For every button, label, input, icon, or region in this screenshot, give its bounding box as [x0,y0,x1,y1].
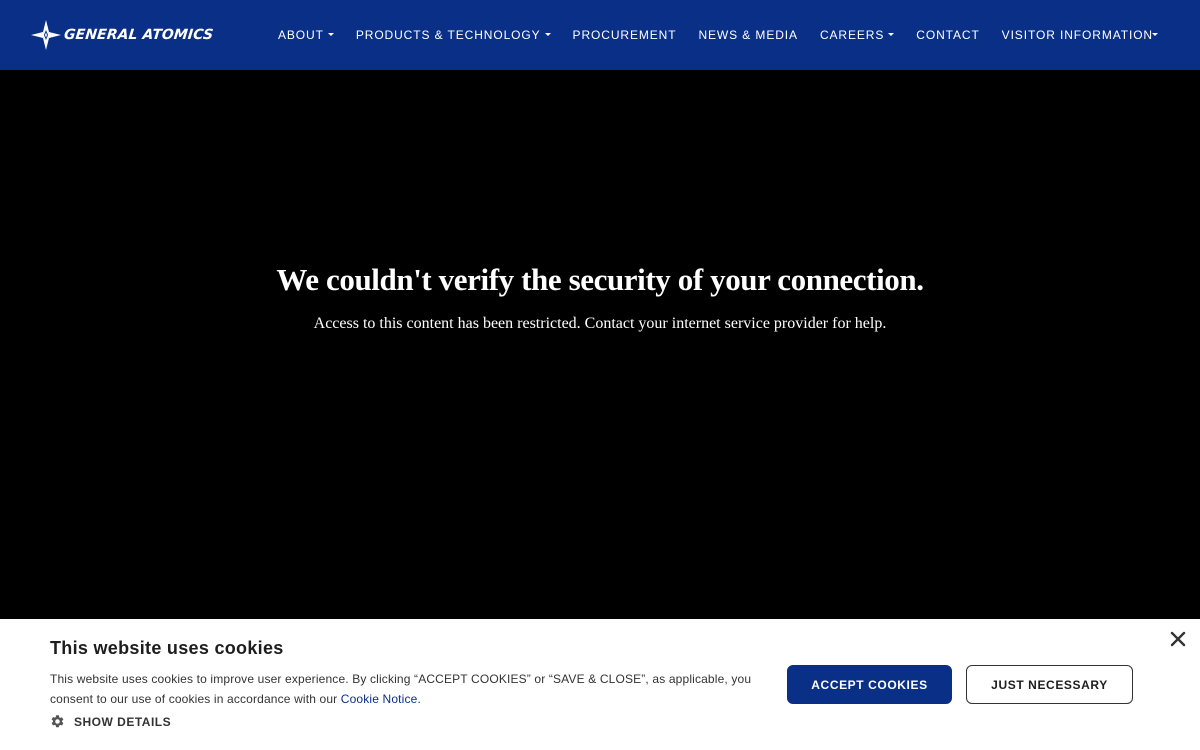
nav-item-about[interactable]: ABOUT [267,0,345,70]
main-nav: ABOUT PRODUCTS & TECHNOLOGY PROCUREMENT … [267,0,1164,70]
cookie-notice-link[interactable]: Cookie Notice [341,692,418,706]
caret-down-icon [888,32,895,36]
nav-item-label: VISITOR INFORMATION [1001,28,1153,42]
page: GENERAL ATOMICS ABOUT PRODUCTS & TECHNOL… [0,0,1200,750]
show-details-label: SHOW DETAILS [74,714,172,729]
nav-item-news-media[interactable]: NEWS & MEDIA [687,0,808,70]
nav-item-visitor-information[interactable]: VISITOR INFORMATION [991,0,1164,70]
close-icon [1170,631,1186,647]
nav-item-label: CAREERS [819,28,885,42]
cookie-banner-title: This website uses cookies [50,638,284,658]
caret-down-icon [544,32,551,36]
cookie-text-end: . [417,692,421,706]
nav-item-label: PROCUREMENT [572,28,677,42]
caret-down-icon [327,32,334,36]
nav-item-label: NEWS & MEDIA [698,28,798,42]
nav-item-label: ABOUT [278,28,324,42]
nav-item-careers[interactable]: CAREERS [809,0,905,70]
nav-item-label: CONTACT [916,28,980,42]
nav-extra-dropdown[interactable] [1147,0,1163,70]
general-atomics-logo-icon [31,20,61,50]
nav-item-label: PRODUCTS & TECHNOLOGY [355,28,541,42]
cookie-banner-text: This website uses cookies to improve use… [50,669,760,709]
page-title: We couldn't verify the security of your … [276,262,924,297]
brand-logo-link[interactable]: GENERAL ATOMICS [31,20,215,50]
nav-item-procurement[interactable]: PROCUREMENT [562,0,688,70]
nav-item-products-technology[interactable]: PRODUCTS & TECHNOLOGY [345,0,562,70]
gear-icon [51,715,64,728]
access-restricted-message: We couldn't verify the security of your … [0,258,1200,333]
nav-item-contact[interactable]: CONTACT [905,0,990,70]
just-necessary-button[interactable]: JUST NECESSARY [966,665,1133,704]
caret-down-icon [1152,32,1158,36]
cookie-banner: This website uses cookies This website u… [0,619,1200,750]
top-navbar: GENERAL ATOMICS ABOUT PRODUCTS & TECHNOL… [0,0,1200,70]
brand-name: GENERAL ATOMICS [63,27,215,43]
page-description: Access to this content has been restrict… [313,315,887,332]
close-banner-button[interactable] [1169,630,1187,648]
show-details-toggle[interactable]: SHOW DETAILS [50,714,171,729]
accept-cookies-button[interactable]: ACCEPT COOKIES [787,665,952,704]
